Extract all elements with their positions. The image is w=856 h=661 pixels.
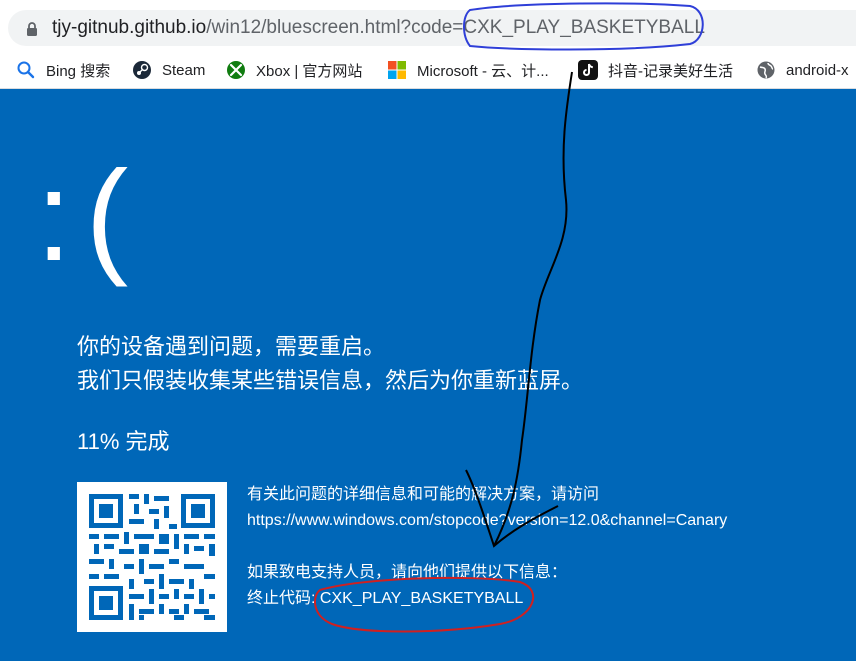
error-message-line2: 我们只假装收集某些错误信息，然后为你重新蓝屏。 [77, 368, 584, 393]
blue-screen: :( 你的设备遇到问题，需要重启。 我们只假装收集某些错误信息，然后为你重新蓝屏… [0, 89, 856, 661]
bookmark-label: android-x [786, 61, 849, 79]
bookmark-android[interactable]: android-x [756, 58, 849, 82]
lock-icon[interactable] [26, 22, 38, 36]
stopcode-link[interactable]: https://www.windows.com/stopcode?version… [247, 508, 727, 534]
bookmark-steam[interactable]: Steam [132, 58, 205, 82]
info-text: 有关此问题的详细信息和可能的解决方案，请访问 [247, 486, 600, 503]
bookmark-label: 抖音-记录美好生活 [608, 62, 733, 80]
search-icon [17, 61, 35, 79]
tiktok-icon [578, 60, 598, 80]
bookmark-label: Bing 搜索 [46, 62, 111, 80]
url-path: /win12/bluescreen.html?code=CXK_PLAY_BAS… [206, 17, 705, 38]
stop-code-value: CXK_PLAY_BASKETYBALL [319, 590, 524, 607]
bookmark-microsoft[interactable]: Microsoft - 云、计... [387, 58, 549, 82]
bookmark-label: Steam [162, 61, 206, 79]
url-field[interactable]: tjy-gitnub.github.io/win12/bluescreen.ht… [8, 10, 856, 46]
support-text: 如果致电支持人员，请向他们提供以下信息： [247, 564, 568, 581]
url-text[interactable]: tjy-gitnub.github.io/win12/bluescreen.ht… [52, 17, 705, 39]
stop-code-row: 终止代码: CXK_PLAY_BASKETYBALL [247, 586, 523, 612]
progress-text: 11% 完成 [77, 429, 170, 454]
bookmark-douyin[interactable]: 抖音-记录美好生活 [578, 58, 733, 82]
bookmark-bing[interactable]: Bing 搜索 [16, 58, 110, 82]
bookmark-label: Microsoft - 云、计... [417, 62, 549, 80]
stop-code-label: 终止代码: [247, 590, 316, 607]
bookmarks-bar: Bing 搜索 Steam Xbox | 官方网站 Microsoft - 云、… [0, 52, 856, 89]
steam-icon [133, 61, 151, 79]
error-message-line1: 你的设备遇到问题，需要重启。 [77, 334, 386, 359]
sad-face: :( [36, 145, 143, 288]
qr-code [77, 482, 227, 632]
globe-icon [757, 61, 775, 79]
microsoft-icon [388, 61, 406, 79]
browser-address-bar: tjy-gitnub.github.io/win12/bluescreen.ht… [0, 0, 856, 52]
url-host: tjy-gitnub.github.io [52, 17, 207, 38]
bookmark-label: Xbox | 官方网站 [256, 62, 363, 80]
bookmark-xbox[interactable]: Xbox | 官方网站 [226, 58, 362, 82]
xbox-icon [227, 61, 245, 79]
